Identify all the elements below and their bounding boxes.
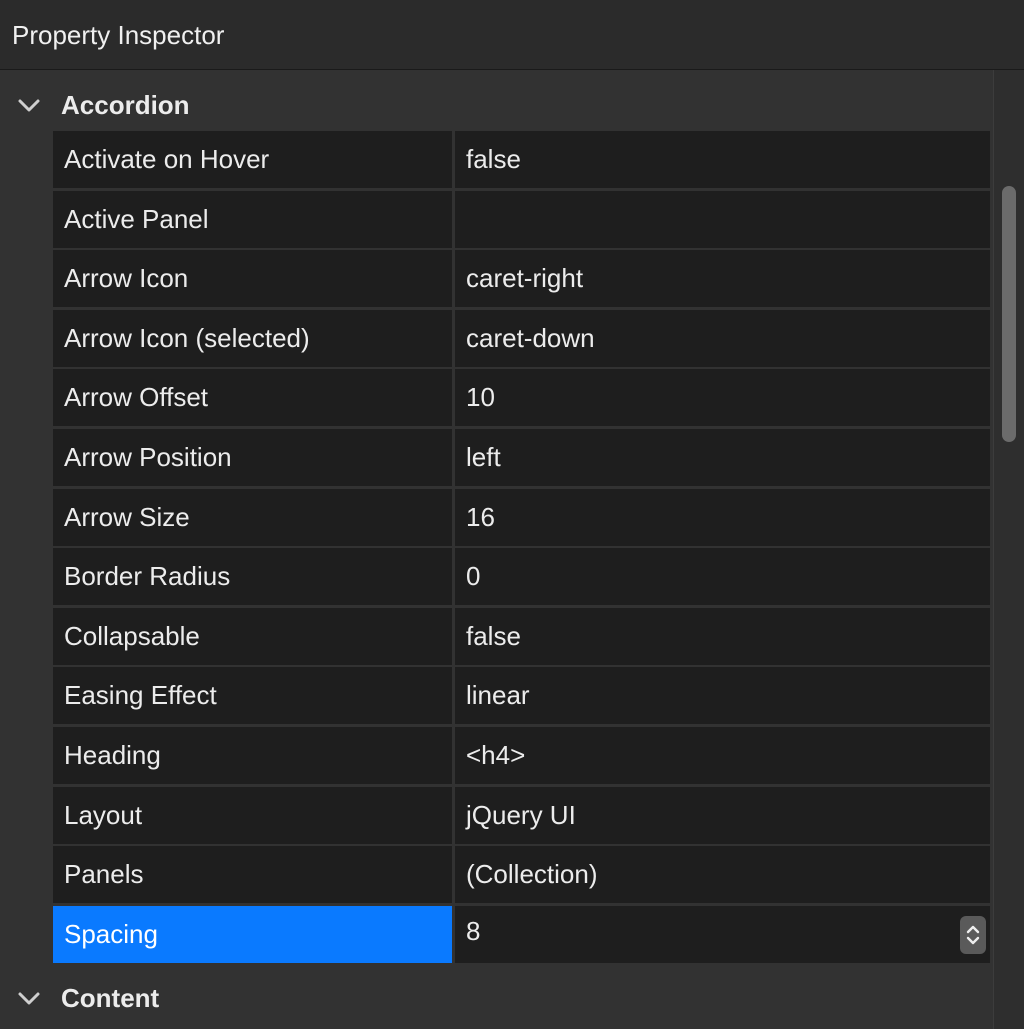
section-label: Accordion bbox=[61, 89, 190, 120]
property-row[interactable]: Activate on Hover false bbox=[53, 131, 990, 188]
property-row-selected[interactable]: Spacing 8 bbox=[53, 905, 990, 963]
section-header-accordion[interactable]: Accordion bbox=[0, 73, 993, 137]
chevron-down-icon[interactable] bbox=[16, 92, 42, 118]
property-value[interactable]: 10 bbox=[455, 369, 990, 427]
property-value[interactable]: 0 bbox=[455, 548, 990, 606]
property-row[interactable]: Arrow Offset 10 bbox=[53, 369, 990, 427]
property-name: Easing Effect bbox=[53, 667, 452, 725]
property-name: Spacing bbox=[53, 905, 452, 963]
property-name: Heading bbox=[53, 726, 452, 784]
stepper-down-icon bbox=[966, 936, 980, 944]
property-name: Arrow Position bbox=[53, 428, 452, 486]
property-row[interactable]: Easing Effect linear bbox=[53, 667, 990, 725]
property-name: Collapsable bbox=[53, 607, 452, 665]
property-row[interactable]: Border Radius 0 bbox=[53, 548, 990, 606]
property-row[interactable]: Collapsable false bbox=[53, 607, 990, 665]
property-row[interactable]: Arrow Size 16 bbox=[53, 488, 990, 546]
property-value[interactable]: (Collection) bbox=[455, 846, 990, 904]
property-name: Activate on Hover bbox=[53, 131, 452, 188]
property-row[interactable]: Arrow Icon caret-right bbox=[53, 250, 990, 308]
property-value[interactable]: linear bbox=[455, 667, 990, 725]
property-value[interactable]: false bbox=[455, 131, 990, 188]
spacing-value[interactable]: 8 bbox=[466, 916, 480, 947]
chevron-down-icon[interactable] bbox=[16, 985, 42, 1011]
property-name: Layout bbox=[53, 786, 452, 844]
property-row[interactable]: Arrow Position left bbox=[53, 428, 990, 486]
property-row[interactable]: Heading <h4> bbox=[53, 726, 990, 784]
property-value[interactable]: caret-down bbox=[455, 309, 990, 367]
window-title: Property Inspector bbox=[12, 20, 225, 50]
property-value[interactable]: caret-right bbox=[455, 250, 990, 308]
vertical-scrollbar[interactable] bbox=[993, 70, 1024, 1029]
property-name: Border Radius bbox=[53, 548, 452, 606]
property-row[interactable]: Arrow Icon (selected) caret-down bbox=[53, 309, 990, 367]
property-value[interactable]: 16 bbox=[455, 488, 990, 546]
property-row[interactable]: Panels (Collection) bbox=[53, 846, 990, 904]
property-name: Arrow Size bbox=[53, 488, 452, 546]
scrollbar-thumb[interactable] bbox=[1002, 186, 1016, 442]
section-header-content[interactable]: Content bbox=[0, 966, 993, 1029]
property-value[interactable] bbox=[455, 190, 990, 248]
property-name: Arrow Icon (selected) bbox=[53, 309, 452, 367]
property-name: Arrow Icon bbox=[53, 250, 452, 308]
property-row[interactable]: Active Panel bbox=[53, 190, 990, 248]
property-value[interactable]: false bbox=[455, 607, 990, 665]
property-grid: Activate on Hover false Active Panel Arr… bbox=[53, 131, 990, 965]
property-value[interactable]: left bbox=[455, 428, 990, 486]
property-name: Panels bbox=[53, 846, 452, 904]
property-value-editor[interactable]: 8 bbox=[455, 905, 990, 963]
property-name: Active Panel bbox=[53, 190, 452, 248]
property-row[interactable]: Layout jQuery UI bbox=[53, 786, 990, 844]
property-name: Arrow Offset bbox=[53, 369, 452, 427]
value-stepper[interactable] bbox=[960, 915, 986, 954]
section-label: Content bbox=[61, 982, 160, 1013]
property-panel: Accordion Activate on Hover false Active… bbox=[0, 70, 993, 1029]
property-value[interactable]: <h4> bbox=[455, 726, 990, 784]
stepper-up-icon bbox=[966, 925, 980, 933]
property-value[interactable]: jQuery UI bbox=[455, 786, 990, 844]
title-bar: Property Inspector bbox=[0, 0, 1024, 70]
